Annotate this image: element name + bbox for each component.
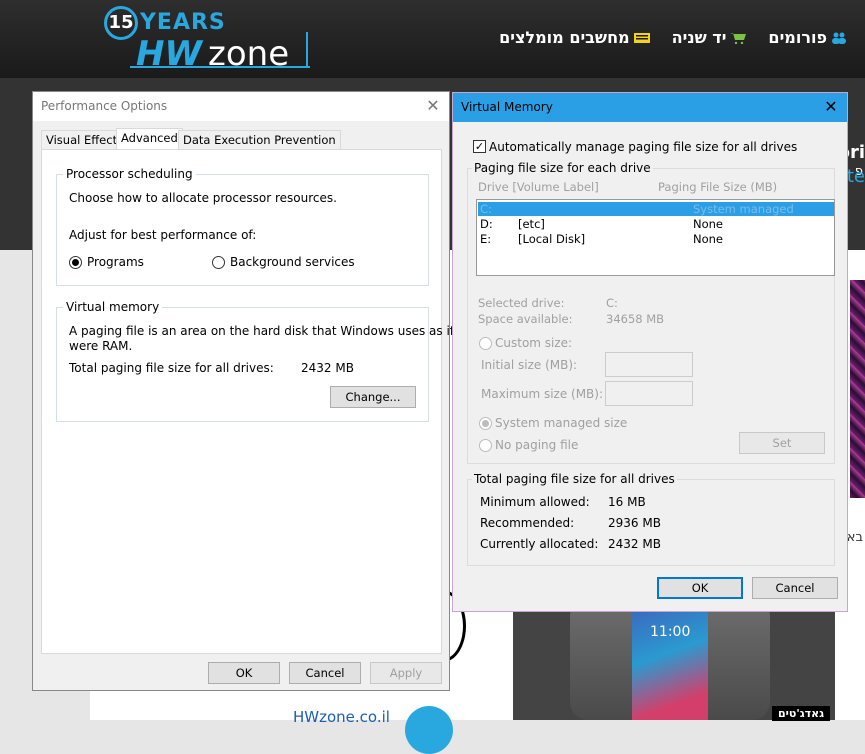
titlebar[interactable]: Performance Options ✕ [33,92,449,121]
minimum-allowed-label: Minimum allowed: [480,495,590,509]
site-nav: פורומים יד שניה מחשבים מומלצים [499,28,847,47]
custom-size-radio[interactable] [479,337,492,350]
total-paging-group: Total paging file size for all drives Mi… [467,472,835,566]
selected-drive-value: C: [606,296,618,310]
initial-size-label: Initial size (MB): [481,358,578,372]
site-link[interactable]: HWzone.co.il [293,708,390,726]
logo-circuit-line [306,32,308,68]
titlebar[interactable]: Virtual Memory ✕ [453,93,847,122]
total-paging-label: Total paging file size for all drives: [69,361,274,375]
total-paging-value: 2432 MB [301,361,354,375]
currently-allocated-label: Currently allocated: [480,537,599,551]
set-button[interactable]: Set [739,432,825,454]
logo-zone: zone [208,34,290,74]
logo-circuit-line [130,66,310,68]
cart-icon [730,32,747,44]
recommended-value: 2936 MB [608,516,661,530]
logo-hw: HW [136,34,202,74]
programs-label[interactable]: Programs [87,255,144,269]
background-services-radio[interactable] [212,256,225,269]
drive-volume-label: [etc] [518,217,545,231]
maximum-size-input[interactable] [605,381,693,406]
change-button[interactable]: Change... [330,386,416,408]
logo-number: 15 [104,6,138,40]
ok-button[interactable]: OK [657,577,743,599]
peek-text: בא [846,530,863,545]
system-managed-label[interactable]: System managed size [495,416,627,430]
tab-advanced[interactable]: Advanced [116,128,183,150]
tab-data-execution-prevention[interactable]: Data Execution Prevention [178,130,341,150]
logo-years: YEARS [140,10,226,35]
nav-recommended-pcs-label: מחשבים מומלצים [499,28,630,47]
ok-button[interactable]: OK [208,662,280,684]
group-label: Processor scheduling [63,167,196,181]
space-available-value: 34658 MB [606,312,665,326]
cancel-button[interactable]: Cancel [752,577,838,599]
drive-volume-label: [Local Disk] [518,232,586,246]
users-icon [832,32,846,44]
site-header: 15 YEARS HW zone פורומים יד שניה מחשבים … [0,0,865,78]
drive-letter: E: [480,232,492,246]
background-services-label[interactable]: Background services [230,255,355,269]
minimum-allowed-value: 16 MB [608,495,646,509]
group-label: Virtual memory [63,300,163,314]
drive-letter: D: [480,217,493,231]
initial-size-input[interactable] [605,352,693,377]
drive-row-e[interactable]: E: [Local Disk] None [478,232,834,246]
programs-radio[interactable] [69,256,82,269]
dialog-title: Performance Options [41,99,168,113]
nav-forums-label: פורומים [768,28,827,47]
virtual-memory-group: Virtual memory A paging file is an area … [56,300,466,422]
drive-row-c[interactable]: C: System managed [478,202,834,216]
auto-manage-checkbox[interactable]: ✓ [473,140,486,153]
virtual-memory-dialog: Virtual Memory ✕ ✓ Automatically manage … [452,92,848,612]
group-label: Total paging file size for all drives [472,472,677,486]
system-managed-radio[interactable] [479,417,492,430]
vmem-desc-line2: were RAM. [69,339,133,353]
performance-options-dialog: Performance Options ✕ Visual Effects Adv… [32,91,466,691]
phone-image: 11:00 [570,598,770,720]
drive-paging-size: None [693,217,724,231]
keyboard-icon [633,32,650,43]
adjust-label: Adjust for best performance of: [69,228,257,242]
custom-size-label[interactable]: Custom size: [495,336,572,350]
phone-clock: 11:00 [650,624,691,640]
nav-second-hand-label: יד שניה [671,28,727,47]
drive-letter: C: [480,202,492,216]
recommended-label: Recommended: [480,516,575,530]
drive-paging-size: None [693,232,724,246]
nav-second-hand[interactable]: יד שניה [672,28,747,47]
close-icon[interactable]: ✕ [423,96,443,116]
col-size-header: Paging File Size (MB) [658,180,778,194]
col-drive-header: Drive [Volume Label] [478,180,599,194]
tab-panel-advanced: Processor scheduling Choose how to alloc… [41,149,466,654]
no-paging-file-label[interactable]: No paging file [495,438,578,452]
auto-manage-label[interactable]: Automatically manage paging file size fo… [489,140,797,154]
drive-paging-size: System managed [693,202,794,216]
cancel-button[interactable]: Cancel [289,662,361,684]
avatar [405,706,453,754]
no-paging-file-radio[interactable] [479,439,492,452]
hwzone-logo[interactable]: 15 YEARS HW zone [100,4,320,74]
article-thumbnail[interactable] [850,280,865,498]
close-icon[interactable]: ✕ [821,97,841,117]
group-label: Paging file size for each drive [472,161,653,175]
drive-row-d[interactable]: D: [etc] None [478,217,834,231]
apply-button[interactable]: Apply [370,662,442,684]
processor-scheduling-group: Processor scheduling Choose how to alloc… [56,167,429,286]
space-available-label: Space available: [478,312,573,326]
maximum-size-label: Maximum size (MB): [481,387,604,401]
nav-recommended-pcs[interactable]: מחשבים מומלצים [499,28,650,47]
selected-drive-label: Selected drive: [478,296,565,310]
nav-forums[interactable]: פורומים [768,28,847,47]
vmem-desc-line1: A paging file is an area on the hard dis… [69,324,466,338]
category-badge[interactable]: גאדג'טים [772,706,831,721]
drive-list[interactable]: C: System managed D: [etc] None E: [Loca… [476,199,835,276]
currently-allocated-value: 2432 MB [608,537,661,551]
dialog-title: Virtual Memory [461,100,553,114]
processor-desc: Choose how to allocate processor resourc… [69,191,337,205]
